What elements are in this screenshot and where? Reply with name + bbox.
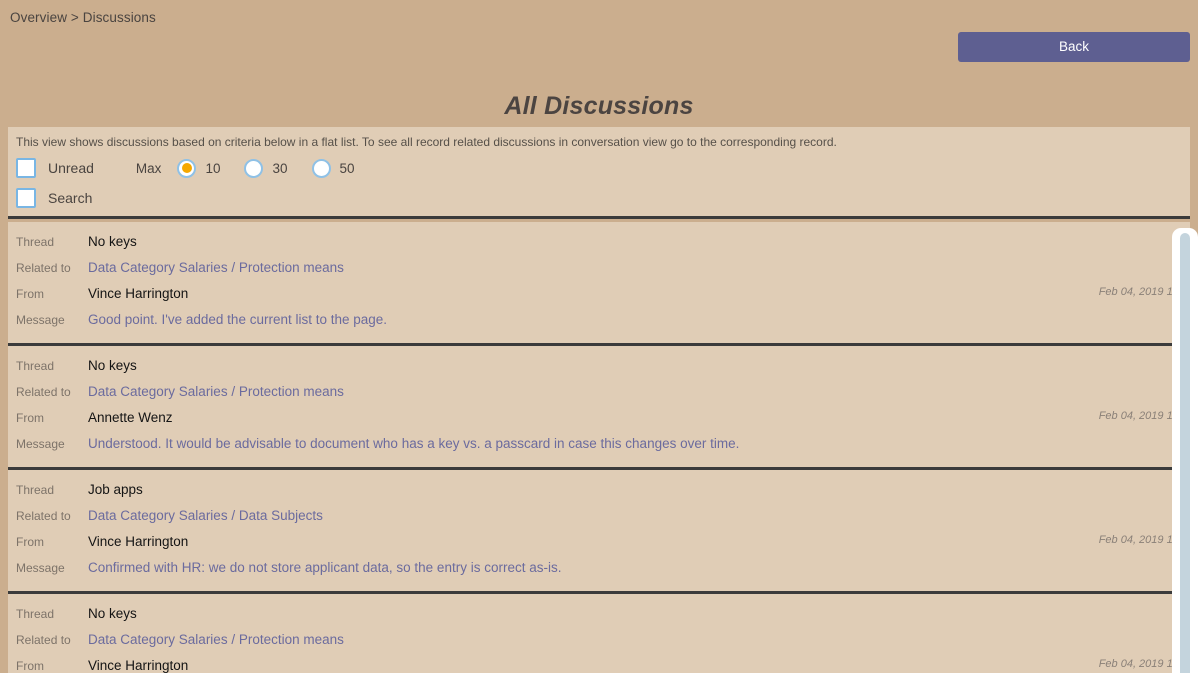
max-option-50[interactable]: 50 (311, 158, 355, 178)
discussion-item[interactable]: Thread No keys Related to Data Category … (8, 594, 1190, 673)
related-to-row: Related to Data Category Salaries / Prot… (8, 632, 1190, 658)
criteria-row-search: Search (16, 185, 92, 211)
from-value: Vince Harrington (88, 534, 189, 549)
related-to-row: Related to Data Category Salaries / Prot… (8, 260, 1190, 286)
related-to-label: Related to (16, 509, 71, 523)
max-option-50-label: 50 (339, 160, 355, 176)
from-value: Vince Harrington (88, 658, 189, 673)
from-label: From (16, 659, 44, 673)
breadcrumb[interactable]: Overview > Discussions (10, 10, 156, 25)
vertical-scrollbar[interactable] (1172, 228, 1198, 673)
from-label: From (16, 411, 44, 425)
unread-checkbox[interactable] (16, 158, 36, 178)
search-label: Search (48, 190, 93, 206)
message-row: Message Confirmed with HR: we do not sto… (8, 560, 1190, 586)
max-option-30-label: 30 (272, 160, 288, 176)
from-row: From Vince Harrington (8, 658, 1190, 673)
thread-row: Thread No keys (8, 606, 1190, 632)
related-to-value[interactable]: Data Category Salaries / Protection mean… (88, 260, 344, 275)
unread-label: Unread (48, 160, 94, 176)
message-value[interactable]: Understood. It would be advisable to doc… (88, 436, 739, 451)
related-to-value[interactable]: Data Category Salaries / Data Subjects (88, 508, 323, 523)
from-value: Annette Wenz (88, 410, 173, 425)
from-row: From Annette Wenz (8, 410, 1190, 436)
max-label: Max (135, 160, 162, 176)
message-label: Message (16, 313, 65, 327)
thread-label: Thread (16, 235, 55, 249)
thread-label: Thread (16, 359, 55, 373)
message-row: Message Good point. I've added the curre… (8, 312, 1190, 338)
max-radio-group: 10 30 50 (177, 158, 378, 178)
max-option-10-label: 10 (205, 160, 221, 176)
message-value[interactable]: Good point. I've added the current list … (88, 312, 387, 327)
message-label: Message (16, 437, 65, 451)
related-to-label: Related to (16, 385, 71, 399)
message-row: Message Understood. It would be advisabl… (8, 436, 1190, 462)
thread-row: Thread No keys (8, 234, 1190, 260)
scrollbar-thumb[interactable] (1180, 233, 1190, 673)
thread-value[interactable]: No keys (88, 234, 137, 249)
page-title: All Discussions (504, 92, 694, 120)
radio-icon-30[interactable] (244, 158, 264, 178)
discussion-item[interactable]: Thread No keys Related to Data Category … (8, 346, 1190, 470)
radio-icon-50[interactable] (311, 158, 331, 178)
thread-row: Thread Job apps (8, 482, 1190, 508)
max-option-30[interactable]: 30 (244, 158, 288, 178)
thread-label: Thread (16, 607, 55, 621)
from-value: Vince Harrington (88, 286, 189, 301)
criteria-panel: This view shows discussions based on cri… (8, 127, 1190, 219)
from-row: From Vince Harrington (8, 534, 1190, 560)
radio-icon-10[interactable] (177, 158, 197, 178)
related-to-value[interactable]: Data Category Salaries / Protection mean… (88, 384, 344, 399)
search-checkbox[interactable] (16, 188, 36, 208)
from-label: From (16, 287, 44, 301)
related-to-label: Related to (16, 633, 71, 647)
related-to-value[interactable]: Data Category Salaries / Protection mean… (88, 632, 344, 647)
related-to-row: Related to Data Category Salaries / Prot… (8, 384, 1190, 410)
thread-row: Thread No keys (8, 358, 1190, 384)
criteria-description: This view shows discussions based on cri… (16, 135, 837, 149)
related-to-label: Related to (16, 261, 71, 275)
thread-label: Thread (16, 483, 55, 497)
thread-value[interactable]: No keys (88, 358, 137, 373)
max-option-10[interactable]: 10 (177, 158, 221, 178)
message-label: Message (16, 561, 65, 575)
thread-value[interactable]: Job apps (88, 482, 143, 497)
thread-value[interactable]: No keys (88, 606, 137, 621)
discussion-list: Thread No keys Related to Data Category … (8, 222, 1190, 673)
criteria-row-unread: Unread Max 10 30 50 (16, 155, 379, 181)
message-value[interactable]: Confirmed with HR: we do not store appli… (88, 560, 561, 575)
back-button[interactable]: Back (958, 32, 1190, 62)
discussions-page: Overview > Discussions Back All Discussi… (0, 0, 1198, 673)
from-label: From (16, 535, 44, 549)
from-row: From Vince Harrington (8, 286, 1190, 312)
discussion-item[interactable]: Thread Job apps Related to Data Category… (8, 470, 1190, 594)
related-to-row: Related to Data Category Salaries / Data… (8, 508, 1190, 534)
discussion-item[interactable]: Thread No keys Related to Data Category … (8, 222, 1190, 346)
